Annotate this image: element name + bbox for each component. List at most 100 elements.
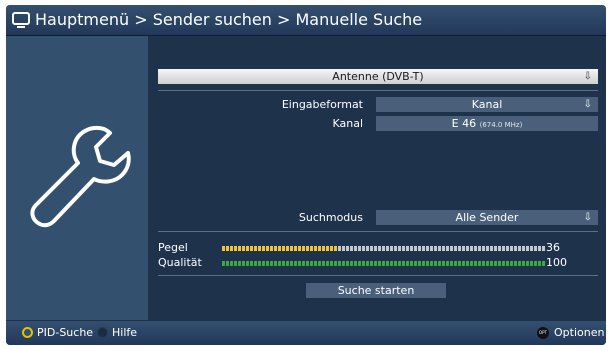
bar-segment (318, 261, 321, 266)
source-value: Antenne (DVB-T) (332, 70, 424, 83)
search-mode-select[interactable]: Alle Sender ⇩ (376, 210, 598, 225)
bar-segment (430, 261, 433, 266)
bar-segment (474, 246, 477, 251)
bar-segment (294, 261, 297, 266)
bar-segment (418, 246, 421, 251)
bar-segment (398, 261, 401, 266)
bar-segment (342, 246, 345, 251)
main-content: Antenne (DVB-T) ⇩ Eingabeformat Kanal ⇩ … (148, 36, 606, 320)
bar-segment (270, 246, 273, 251)
bar-segment (310, 246, 313, 251)
bar-segment (454, 261, 457, 266)
bar-segment (450, 261, 453, 266)
bar-segment (450, 246, 453, 251)
bar-segment (434, 246, 437, 251)
bar-segment (442, 261, 445, 266)
options-label[interactable]: Optionen (554, 326, 604, 339)
bar-segment (426, 246, 429, 251)
bar-segment (342, 261, 345, 266)
bar-segment (474, 261, 477, 266)
bar-segment (502, 246, 505, 251)
bar-segment (366, 261, 369, 266)
bar-segment (258, 261, 261, 266)
bar-segment (226, 261, 229, 266)
bar-segment (422, 261, 425, 266)
bar-segment (494, 246, 497, 251)
input-format-select[interactable]: Kanal ⇩ (376, 97, 598, 112)
bar-segment (398, 246, 401, 251)
bar-segment (534, 261, 537, 266)
bar-segment (238, 261, 241, 266)
bar-segment (362, 261, 365, 266)
bar-segment (374, 261, 377, 266)
bar-segment (242, 261, 245, 266)
bar-segment (470, 246, 473, 251)
bar-segment (238, 246, 241, 251)
bar-segment (390, 246, 393, 251)
bar-segment (538, 261, 541, 266)
bar-segment (338, 246, 341, 251)
bar-segment (330, 246, 333, 251)
bar-segment (386, 246, 389, 251)
bar-segment (330, 261, 333, 266)
bar-segment (442, 246, 445, 251)
bar-segment (278, 246, 281, 251)
bar-segment (418, 261, 421, 266)
bar-segment (462, 246, 465, 251)
bar-segment (370, 246, 373, 251)
bar-segment (414, 261, 417, 266)
bar-segment (250, 261, 253, 266)
bar-segment (286, 246, 289, 251)
bar-segment (326, 261, 329, 266)
bar-segment (222, 261, 225, 266)
bar-segment (302, 261, 305, 266)
opt-button-icon[interactable]: OPT (537, 327, 549, 339)
bar-segment (446, 246, 449, 251)
start-search-button[interactable]: Suche starten (306, 283, 446, 298)
bar-segment (394, 261, 397, 266)
bar-segment (486, 261, 489, 266)
channel-field[interactable]: E 46 (674.0 MHz) (376, 116, 598, 131)
bar-segment (522, 246, 525, 251)
help-label[interactable]: Hilfe (112, 326, 137, 339)
pid-search-label[interactable]: PID-Suche (37, 326, 93, 339)
quality-value: 100 (546, 256, 567, 269)
bar-segment (486, 246, 489, 251)
bar-segment (354, 261, 357, 266)
bar-segment (414, 246, 417, 251)
bar-segment (478, 246, 481, 251)
bar-segment (514, 246, 517, 251)
channel-value: E 46 (451, 117, 477, 130)
level-bar (222, 246, 545, 251)
bar-segment (518, 261, 521, 266)
bar-segment (458, 246, 461, 251)
source-selector[interactable]: Antenne (DVB-T) ⇩ (158, 69, 598, 84)
bar-segment (530, 261, 533, 266)
bar-segment (282, 246, 285, 251)
quality-bar (222, 261, 545, 266)
bar-segment (478, 261, 481, 266)
yellow-button-icon[interactable] (22, 327, 33, 338)
bar-segment (314, 261, 317, 266)
bar-segment (266, 261, 269, 266)
bar-segment (366, 246, 369, 251)
bar-segment (346, 261, 349, 266)
bar-segment (382, 246, 385, 251)
channel-label: Kanal (332, 117, 363, 130)
input-format-label: Eingabeformat (281, 98, 363, 111)
bar-segment (498, 246, 501, 251)
bar-segment (290, 246, 293, 251)
bar-segment (490, 246, 493, 251)
bar-segment (254, 246, 257, 251)
bar-segment (318, 246, 321, 251)
footer-bar: PID-Suche Hilfe OPT Optionen (6, 321, 606, 345)
bar-segment (510, 246, 513, 251)
bar-segment (286, 261, 289, 266)
bar-segment (322, 261, 325, 266)
bar-segment (454, 246, 457, 251)
bar-segment (310, 261, 313, 266)
blue-button-icon[interactable] (97, 327, 108, 338)
bar-segment (334, 246, 337, 251)
breadcrumb-title: Hauptmenü > Sender suchen > Manuelle Suc… (35, 10, 423, 29)
bar-segment (354, 246, 357, 251)
